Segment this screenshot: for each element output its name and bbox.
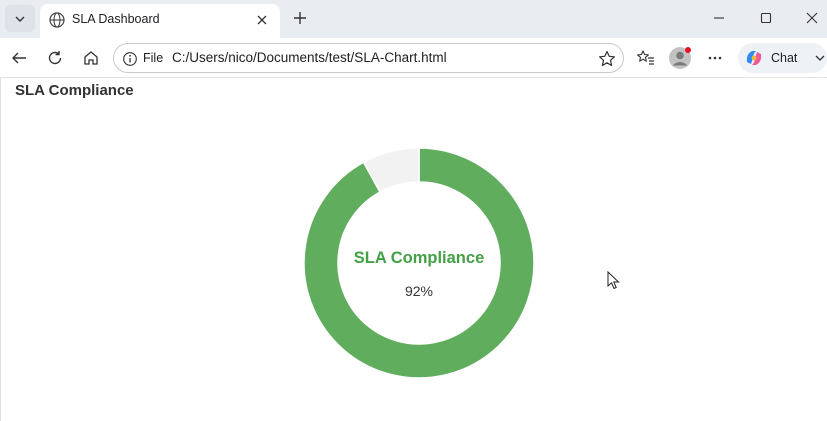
maximize-icon	[760, 12, 772, 24]
minimize-button[interactable]	[705, 6, 733, 30]
more-icon	[708, 56, 722, 60]
browser-toolbar: File C:/Users/nico/Documents/test/SLA-Ch…	[0, 38, 827, 78]
favorites-button[interactable]	[633, 45, 659, 71]
close-icon	[257, 15, 267, 25]
address-scheme: File	[143, 51, 164, 65]
home-icon	[84, 51, 98, 65]
avatar	[669, 47, 691, 69]
tab-strip: SLA Dashboard	[0, 0, 827, 38]
chevron-down-icon[interactable]	[813, 51, 827, 65]
new-tab-button[interactable]	[288, 6, 312, 30]
refresh-button[interactable]	[42, 45, 68, 71]
favorites-icon	[637, 50, 654, 65]
page-title: SLA Compliance	[15, 82, 134, 99]
chat-label: Chat	[771, 51, 798, 65]
copilot-icon	[746, 51, 762, 65]
tab-search-button[interactable]	[5, 5, 35, 32]
globe-icon	[49, 12, 65, 28]
minimize-icon	[714, 17, 724, 19]
refresh-icon	[48, 51, 62, 65]
tab-sla-dashboard[interactable]: SLA Dashboard	[40, 4, 280, 38]
copilot-chat-button[interactable]: Chat	[738, 43, 827, 73]
chart-center-value: 92%	[404, 283, 434, 299]
close-icon	[806, 12, 818, 24]
mouse-cursor-icon	[607, 271, 620, 290]
more-options-button[interactable]	[702, 45, 728, 71]
plus-icon	[294, 12, 306, 24]
back-button[interactable]	[6, 45, 32, 71]
home-button[interactable]	[78, 45, 104, 71]
chevron-down-icon	[15, 16, 25, 22]
arrow-left-icon	[12, 52, 26, 64]
profile-button[interactable]	[667, 45, 693, 71]
maximize-button[interactable]	[752, 6, 780, 30]
window-close-button[interactable]	[798, 6, 826, 30]
star-icon[interactable]	[597, 49, 617, 69]
info-icon[interactable]	[122, 51, 138, 67]
tab-title: SLA Dashboard	[72, 12, 160, 26]
page-content: SLA Compliance SLA Compliance 92%	[0, 78, 827, 421]
tab-close-button[interactable]	[252, 10, 272, 30]
address-url[interactable]: C:/Users/nico/Documents/test/SLA-Chart.h…	[172, 50, 447, 65]
chart-center-title: SLA Compliance	[353, 249, 485, 267]
address-bar[interactable]: File C:/Users/nico/Documents/test/SLA-Ch…	[113, 43, 624, 73]
